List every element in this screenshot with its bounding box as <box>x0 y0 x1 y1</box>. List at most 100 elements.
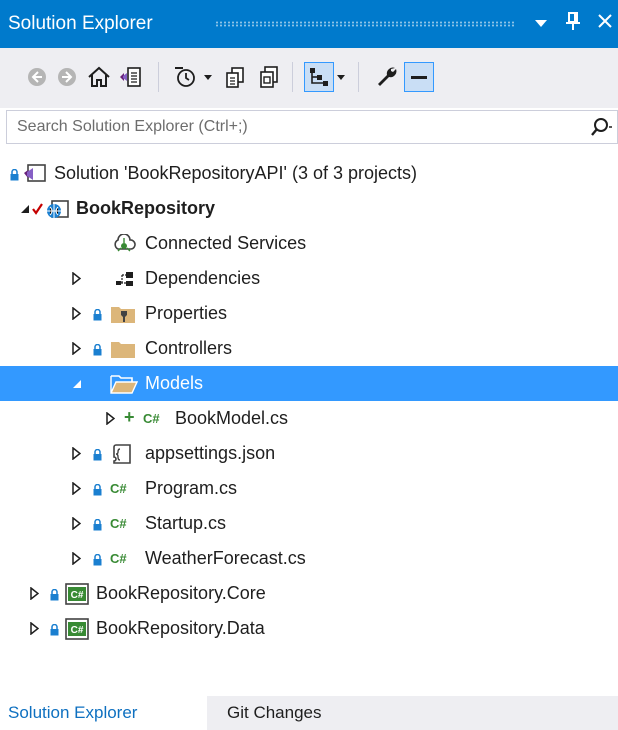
csharp-project-icon: C# <box>65 618 89 640</box>
toolbar-separator <box>292 62 293 92</box>
connected-services-icon <box>114 234 136 252</box>
collapsed-arrow-icon[interactable] <box>72 517 81 530</box>
tree-item-label: BookRepository.Data <box>96 618 265 638</box>
tree-item-models[interactable]: Models <box>0 366 618 401</box>
toolbar-separator <box>158 62 159 92</box>
collapsed-arrow-icon[interactable] <box>72 342 81 355</box>
lock-icon <box>10 169 19 181</box>
dependencies-icon <box>116 272 133 286</box>
preview-icon <box>411 76 427 79</box>
collapsed-arrow-icon[interactable] <box>106 412 115 425</box>
chevron-down-icon <box>204 75 212 80</box>
show-all-files-button[interactable] <box>304 62 334 92</box>
tree-item-startup[interactable]: C# Startup.cs <box>0 506 618 541</box>
tree-item-appsettings[interactable]: appsettings.json <box>0 436 618 471</box>
chevron-down-icon <box>337 75 345 80</box>
tree-item-project-core[interactable]: C# BookRepository.Core <box>0 576 618 611</box>
tree-item-label: Properties <box>145 303 228 323</box>
back-icon <box>28 68 46 86</box>
collapse-all-button[interactable] <box>254 62 284 92</box>
collapsed-arrow-icon[interactable] <box>72 307 81 320</box>
back-button[interactable] <box>22 62 52 92</box>
lock-icon <box>93 449 102 461</box>
chevron-down-icon <box>535 20 547 27</box>
folder-icon <box>111 342 135 358</box>
preview-selected-items-button[interactable] <box>404 62 434 92</box>
collapsed-arrow-icon[interactable] <box>72 272 81 285</box>
auto-hide-button[interactable] <box>562 12 584 36</box>
sync-active-document-icon <box>226 67 244 88</box>
pending-changes-filter-button[interactable] <box>170 62 200 92</box>
svg-text:C#: C# <box>71 625 84 636</box>
expanded-arrow-icon[interactable] <box>72 379 82 389</box>
csharp-project-icon: C# <box>65 583 89 605</box>
sync-with-active-document-button[interactable] <box>220 62 250 92</box>
csharp-file-icon: C# <box>143 411 160 426</box>
properties-button[interactable] <box>372 62 402 92</box>
lock-icon <box>93 554 102 566</box>
json-file-icon <box>113 444 131 464</box>
tree-item-project-data[interactable]: C# BookRepository.Data <box>0 611 618 646</box>
pin-icon <box>566 12 580 30</box>
tree-item-program[interactable]: C# Program.cs <box>0 471 618 506</box>
solution-icon <box>24 164 46 182</box>
tree-item-weatherforecast[interactable]: C# WeatherForecast.cs <box>0 541 618 576</box>
collapse-all-icon <box>260 66 278 88</box>
lock-icon <box>50 624 59 636</box>
close-button[interactable] <box>594 12 616 36</box>
tab-git-changes[interactable]: Git Changes <box>219 696 330 730</box>
tree-item-label: Solution 'BookRepositoryAPI' (3 of 3 pro… <box>54 163 418 183</box>
open-folder-icon <box>110 375 138 394</box>
switch-views-icon <box>120 67 141 87</box>
tree-item-label: Dependencies <box>145 268 261 288</box>
collapsed-arrow-icon[interactable] <box>72 482 81 495</box>
search-input[interactable] <box>7 111 587 143</box>
drag-grip[interactable] <box>215 21 515 27</box>
lock-icon <box>93 484 102 496</box>
lock-icon <box>93 344 102 356</box>
properties-folder-icon <box>111 307 135 323</box>
tree-item-properties[interactable]: Properties <box>0 296 618 331</box>
tab-solution-explorer[interactable]: Solution Explorer <box>0 696 207 730</box>
toolbar <box>0 48 618 108</box>
tree-item-solution[interactable]: Solution 'BookRepositoryAPI' (3 of 3 pro… <box>0 156 618 191</box>
forward-button[interactable] <box>52 62 82 92</box>
window-position-dropdown-button[interactable] <box>530 12 552 36</box>
tree-item-label: Startup.cs <box>145 513 227 533</box>
tree-item-label: appsettings.json <box>145 443 276 463</box>
lock-icon <box>50 589 59 601</box>
tree-item-connected-services[interactable]: Connected Services <box>0 226 618 261</box>
forward-icon <box>58 68 76 86</box>
tree-item-label: Connected Services <box>145 233 307 253</box>
title-bar: Solution Explorer <box>0 0 618 48</box>
tree-item-project-bookrepository[interactable]: BookRepository <box>0 191 618 226</box>
wrench-icon <box>378 67 397 86</box>
tree-item-label: BookRepository.Core <box>96 583 266 603</box>
tree-item-label: WeatherForecast.cs <box>145 548 306 568</box>
web-project-icon <box>47 200 69 218</box>
tree-item-label: Controllers <box>145 338 233 358</box>
expanded-arrow-icon[interactable] <box>20 204 30 214</box>
search-icon[interactable] <box>590 117 612 139</box>
home-button[interactable] <box>84 62 114 92</box>
tree-item-controllers[interactable]: Controllers <box>0 331 618 366</box>
collapsed-arrow-icon[interactable] <box>30 622 39 635</box>
close-icon <box>598 14 612 28</box>
tree-item-bookmodel[interactable]: + C# BookModel.cs <box>0 401 618 436</box>
tree-item-label: Models <box>145 373 204 393</box>
lock-icon <box>93 519 102 531</box>
collapsed-arrow-icon[interactable] <box>30 587 39 600</box>
collapsed-arrow-icon[interactable] <box>72 447 81 460</box>
switch-views-button[interactable] <box>116 62 146 92</box>
tree-item-dependencies[interactable]: Dependencies <box>0 261 618 296</box>
search-box <box>6 110 618 144</box>
collapsed-arrow-icon[interactable] <box>72 552 81 565</box>
window-title: Solution Explorer <box>8 13 153 34</box>
check-icon <box>32 203 43 215</box>
filter-dropdown-button[interactable] <box>203 70 213 84</box>
bottom-tab-strip: Solution Explorer Git Changes <box>0 696 618 730</box>
tree-item-label: BookRepository <box>76 198 216 218</box>
home-icon <box>88 66 110 87</box>
view-dropdown-button[interactable] <box>336 70 346 84</box>
tree-item-label: BookModel.cs <box>175 408 289 428</box>
